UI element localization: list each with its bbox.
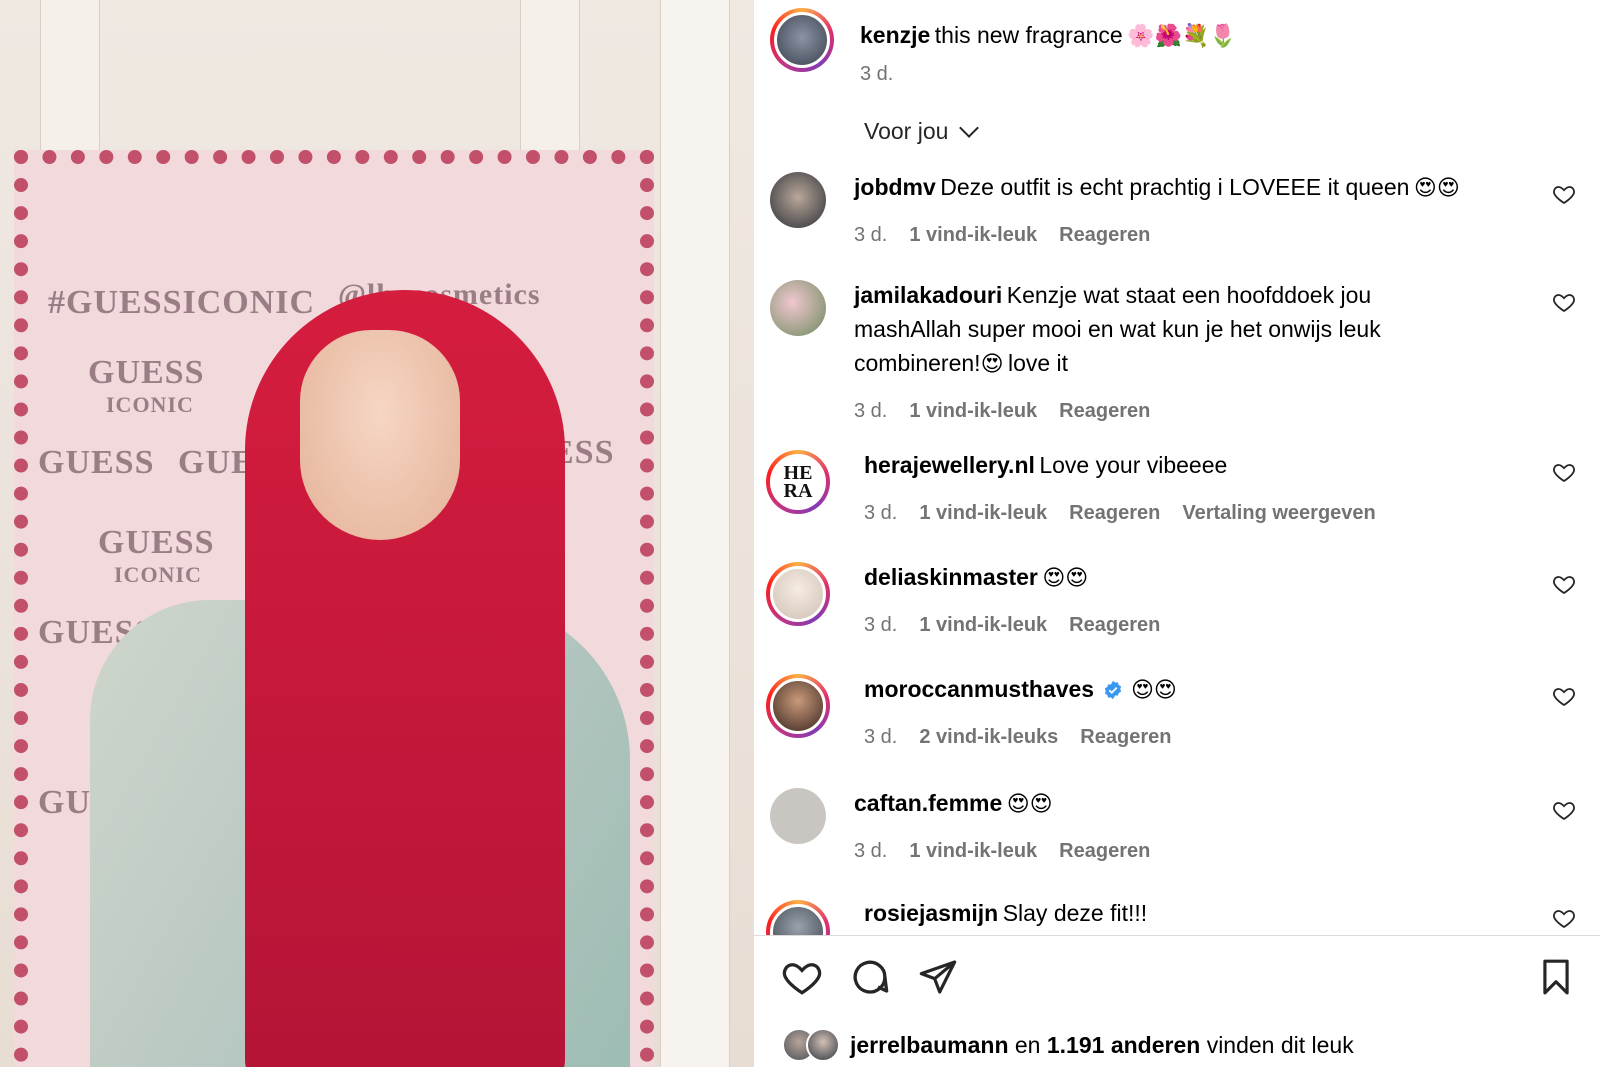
comment-time[interactable]: 3 d.	[864, 610, 897, 640]
verified-badge-icon	[1104, 680, 1121, 700]
avatar-monogram: HE RA	[770, 454, 826, 510]
comment-filter-label: Voor jou	[864, 118, 949, 144]
share-button[interactable]	[916, 955, 960, 999]
translate-button[interactable]: Vertaling weergeven	[1182, 498, 1375, 528]
divider	[754, 935, 1600, 936]
chevron-down-icon	[959, 117, 980, 138]
comment-text: Deze outfit is echt prachtig i LOVEEE it…	[940, 174, 1410, 200]
backdrop-logo-sub: ICONIC	[114, 562, 202, 587]
reply-button[interactable]: Reageren	[1069, 498, 1160, 528]
comment-likes[interactable]: 1 vind-ik-leuk	[909, 836, 1037, 866]
avatar	[806, 1028, 840, 1062]
likes-others[interactable]: 1.191 anderen	[1047, 1032, 1200, 1058]
likes-suffix: vinden dit leuk	[1206, 1031, 1354, 1058]
comment-likes[interactable]: 1 vind-ik-leuk	[919, 610, 1047, 640]
avatar[interactable]	[770, 8, 834, 72]
reply-button[interactable]: Reageren	[1059, 396, 1150, 426]
comment-emojis: 😍😍	[1413, 175, 1460, 200]
likes-summary[interactable]: jerrelbaumann en 1.191 anderen vinden di…	[782, 1028, 1354, 1062]
comment-likes[interactable]: 1 vind-ik-leuk	[909, 220, 1037, 250]
likes-username[interactable]: jerrelbaumann	[850, 1032, 1009, 1058]
heart-icon[interactable]	[1552, 798, 1576, 822]
comment-emojis: 😍😍	[1042, 565, 1089, 590]
comment-time[interactable]: 3 d.	[864, 498, 897, 528]
comment-time[interactable]: 3 d.	[854, 836, 887, 866]
heart-icon[interactable]	[1552, 906, 1576, 930]
comment-username[interactable]: herajewellery.nl	[864, 452, 1035, 478]
comment-time[interactable]: 3 d.	[854, 220, 887, 250]
backdrop-logo: GUESS	[88, 354, 205, 391]
comment-time[interactable]: 3 d.	[854, 396, 887, 426]
caption-text: this new fragrance	[934, 22, 1123, 48]
backdrop-logo: GUESS	[38, 444, 155, 481]
caption-username[interactable]: kenzje	[860, 22, 930, 48]
caption-time[interactable]: 3 d.	[860, 63, 1560, 86]
comment-item: rosiejasmijn Slay deze fit!!!	[766, 900, 1586, 935]
comment-username[interactable]: jobdmv	[854, 174, 936, 200]
reply-button[interactable]: Reageren	[1069, 610, 1160, 640]
likes-joiner: en	[1014, 1031, 1041, 1058]
comment-emojis: 😍😍	[1131, 677, 1177, 702]
comment-icon	[853, 960, 889, 994]
avatar[interactable]	[770, 280, 826, 336]
comment-text: Love your vibeeee	[1039, 452, 1228, 478]
comment-username[interactable]: deliaskinmaster	[864, 564, 1038, 590]
avatar[interactable]	[766, 562, 830, 626]
comment-time[interactable]: 3 d.	[864, 722, 897, 752]
heart-icon	[782, 963, 822, 995]
door-frame	[660, 0, 730, 1067]
avatar[interactable]: HE RA	[766, 450, 830, 514]
comment-username[interactable]: caftan.femme	[854, 790, 1002, 816]
reply-button[interactable]: Reageren	[1080, 722, 1171, 752]
comment-button[interactable]	[848, 955, 892, 999]
heart-icon[interactable]	[1552, 572, 1576, 596]
comment-emojis: 😍	[980, 351, 1004, 376]
comments-pane: kenzje this new fragrance 🌸🌺💐🌷 3 d. Voor…	[754, 0, 1600, 1067]
backdrop-hashtag: #GUESSICONIC	[48, 284, 316, 321]
comment-username[interactable]: moroccanmusthaves	[864, 676, 1094, 702]
avatar[interactable]	[766, 674, 830, 738]
person-face	[300, 330, 460, 540]
post-actions-bar	[754, 955, 1600, 1005]
comment-likes[interactable]: 1 vind-ik-leuk	[909, 396, 1037, 426]
like-button[interactable]	[780, 955, 824, 999]
avatar[interactable]	[770, 172, 826, 228]
bookmark-icon	[1543, 959, 1569, 995]
send-icon	[919, 960, 957, 994]
post-image[interactable]: #GUESSICONIC @lhacosmetics GUESS ICONIC …	[0, 0, 754, 1067]
caption-emojis: 🌸🌺💐🌷	[1127, 23, 1237, 48]
avatar[interactable]	[770, 788, 826, 844]
comment-likes[interactable]: 1 vind-ik-leuk	[919, 498, 1047, 528]
backdrop-logo: GUESS	[98, 524, 215, 561]
save-button[interactable]	[1534, 955, 1578, 999]
reply-button[interactable]: Reageren	[1059, 220, 1150, 250]
comment-username[interactable]: jamilakadouri	[854, 282, 1002, 308]
comment-text-after: love it	[1007, 350, 1069, 376]
comment-username[interactable]: rosiejasmijn	[864, 900, 998, 926]
heart-icon[interactable]	[1552, 460, 1576, 484]
heart-icon[interactable]	[1552, 290, 1576, 314]
comment-likes[interactable]: 2 vind-ik-leuks	[919, 722, 1058, 752]
backdrop-logo-sub: ICONIC	[106, 392, 194, 417]
comment-emojis: 😍😍	[1006, 791, 1053, 816]
heart-icon[interactable]	[1552, 182, 1576, 206]
reply-button[interactable]: Reageren	[1059, 836, 1150, 866]
comment-text: Slay deze fit!!!	[1002, 900, 1148, 926]
comment-filter-dropdown[interactable]: Voor jou	[864, 117, 980, 145]
heart-icon[interactable]	[1552, 684, 1576, 708]
avatar[interactable]	[766, 900, 830, 935]
